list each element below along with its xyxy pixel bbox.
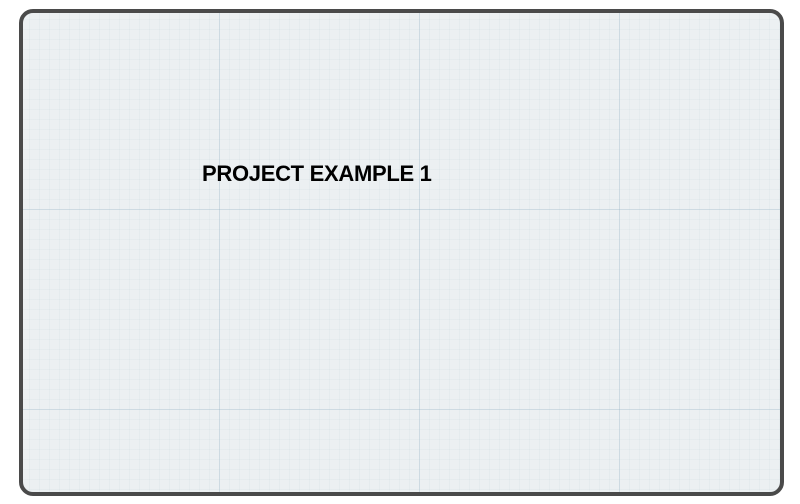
project-title: PROJECT EXAMPLE 1 <box>202 161 432 186</box>
project-canvas: PROJECT EXAMPLE 1 <box>19 9 784 496</box>
